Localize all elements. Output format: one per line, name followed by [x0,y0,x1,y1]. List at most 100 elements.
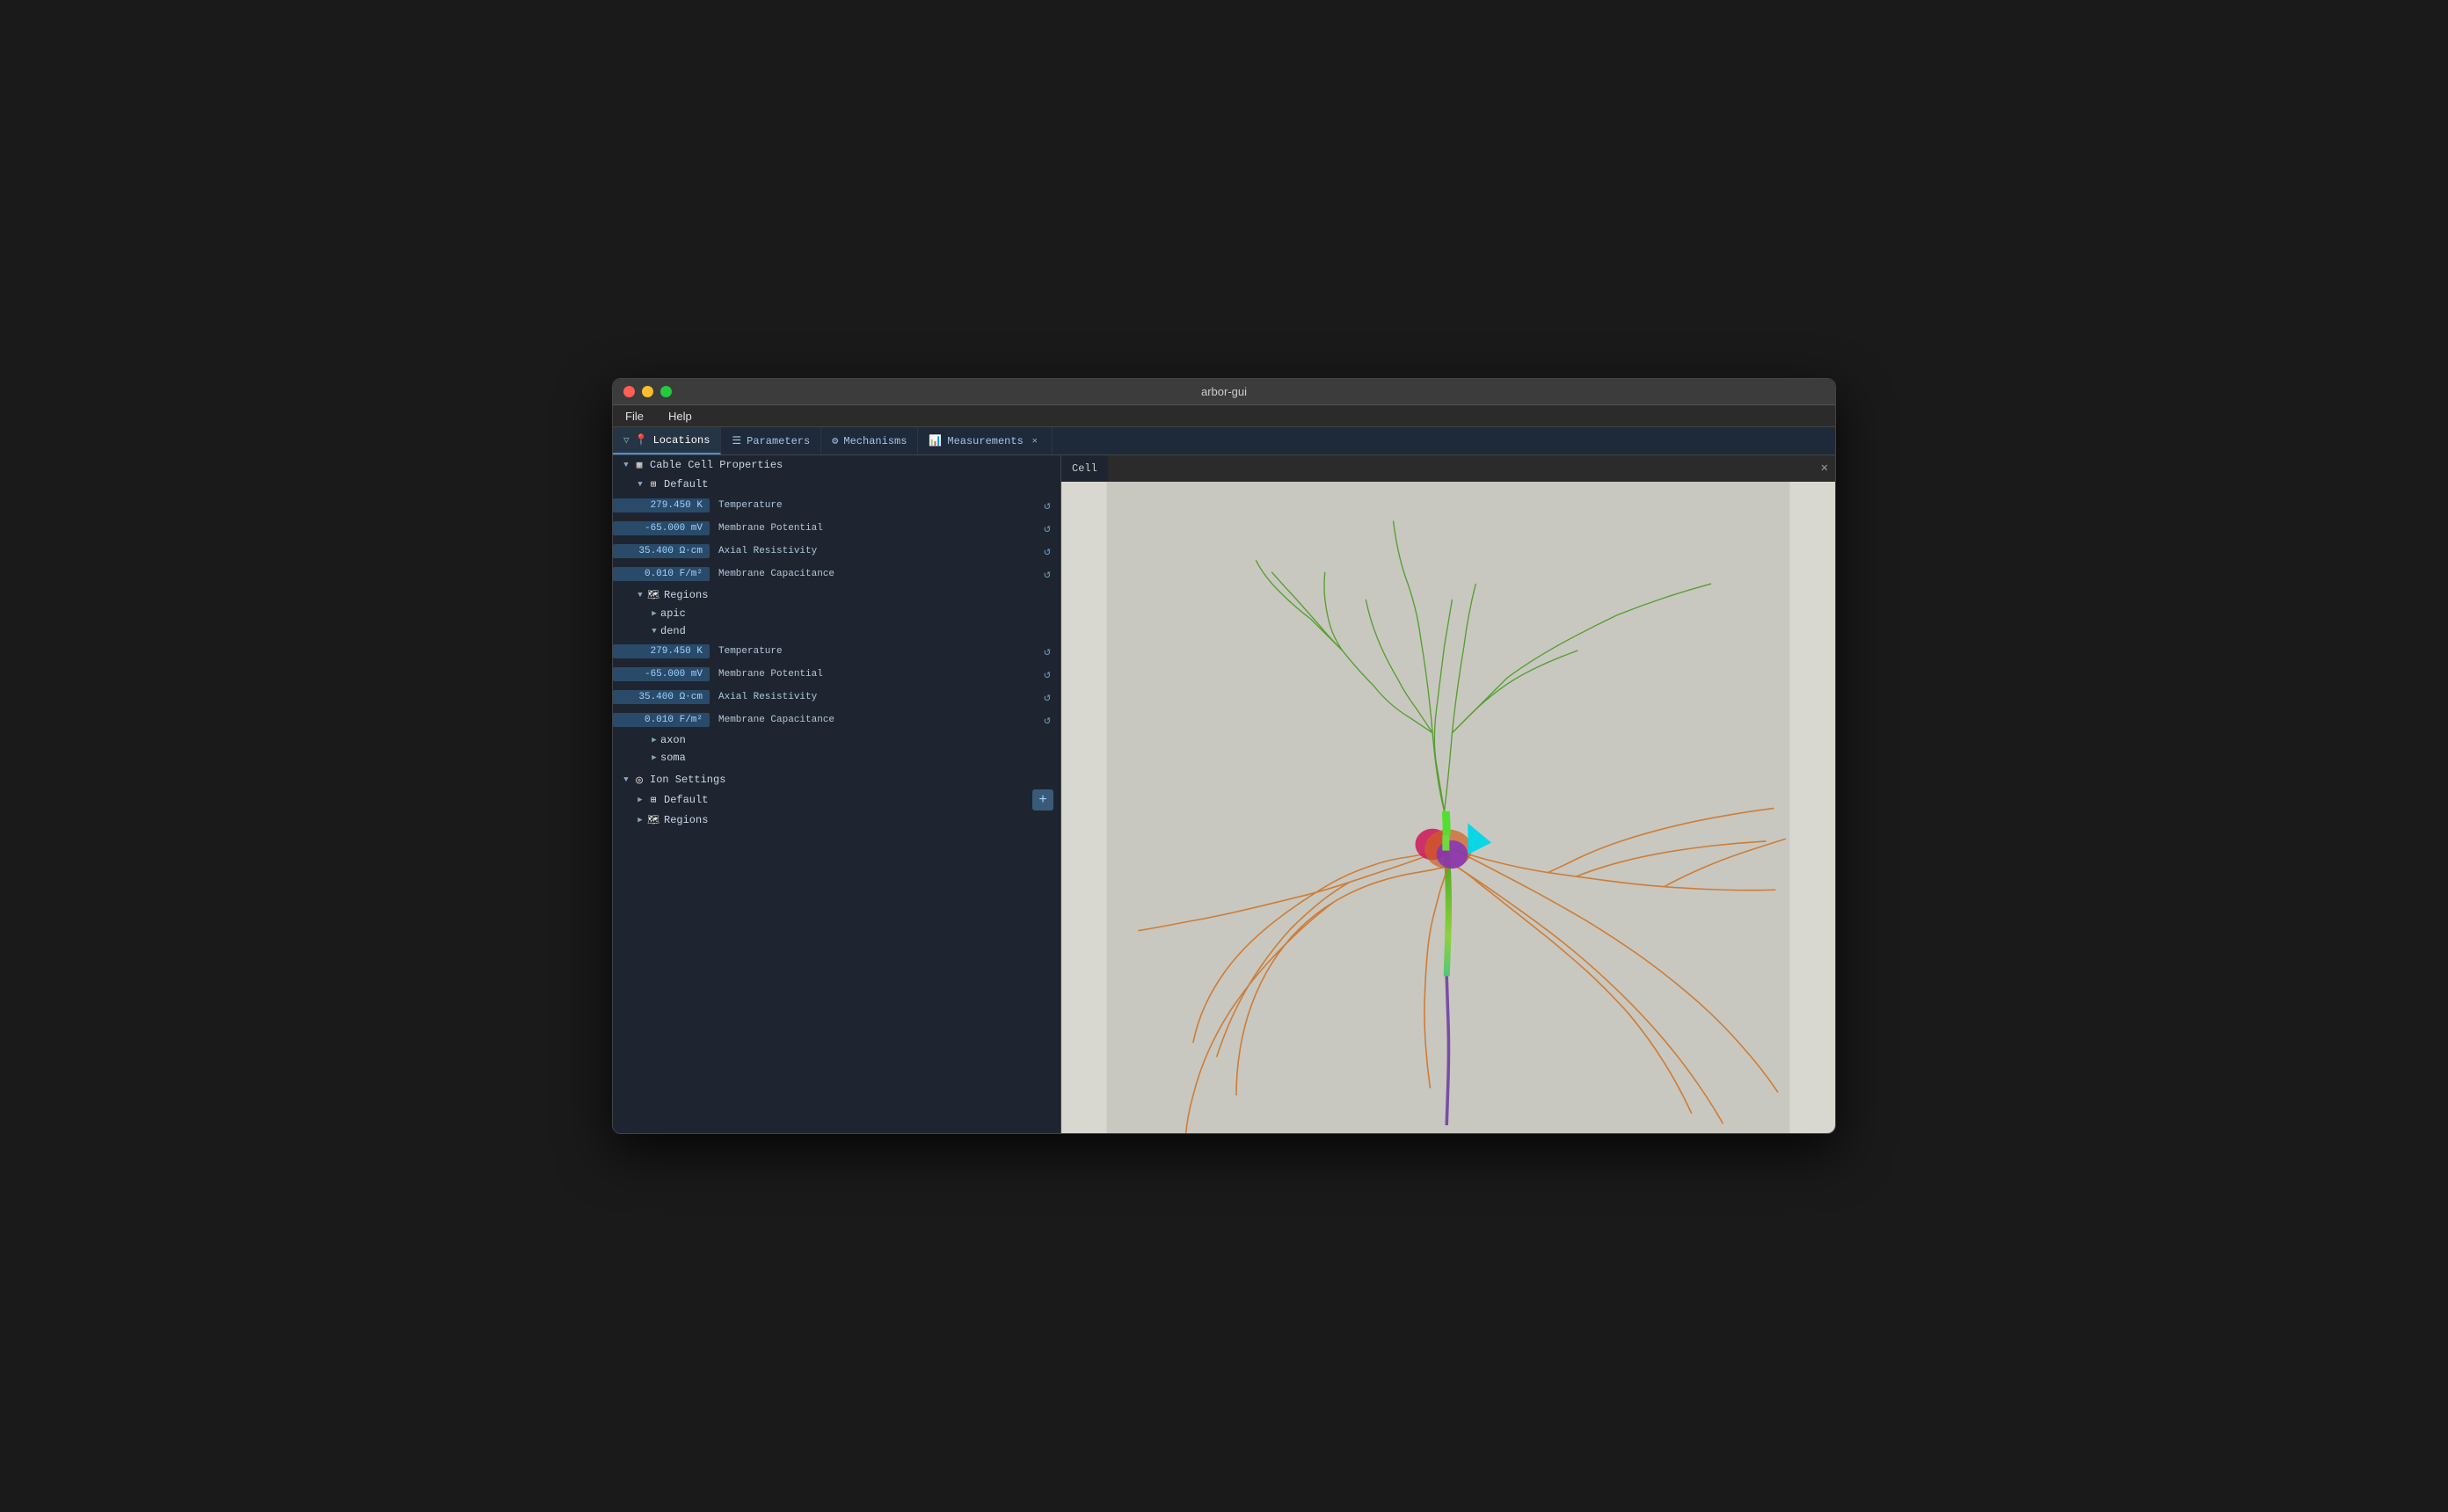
tab-locations[interactable]: ▽ 📍 Locations [613,427,721,454]
dend-prop-value-axial-res[interactable]: 35.400 Ω·cm [613,690,710,704]
prop-reset-temp[interactable]: ↺ [1038,496,1057,515]
regions-icon: 🗺 [646,588,660,602]
regions-header[interactable]: 🗺 Regions [613,585,1060,605]
cell-close-button[interactable]: ✕ [1821,461,1828,476]
soma-arrow [648,752,660,764]
menu-file[interactable]: File [620,408,649,425]
prop-reset-membrane-cap[interactable]: ↺ [1038,564,1057,584]
left-panel: ▦ Cable Cell Properties ⊞ Default 279.45… [613,455,1061,1133]
cell-tab-label: Cell [1072,462,1097,475]
region-soma-header[interactable]: soma [613,749,1060,767]
prop-row-axial-res: 35.400 Ω·cm Axial Resistivity ↺ [613,540,1060,563]
cable-props-arrow [620,459,632,471]
menu-bar: File Help [613,405,1835,427]
region-apic-header[interactable]: apic [613,605,1060,622]
axon-label: axon [660,734,686,746]
tab-measurements[interactable]: 📊 Measurements ✕ [918,427,1052,454]
tabs-bar: ▽ 📍 Locations ☰ Parameters ⚙ Mechanisms … [613,427,1835,455]
prop-name-temp: Temperature [718,500,1038,511]
ion-regions-icon: 🗺 [646,813,660,827]
dend-prop-name-temp: Temperature [718,646,1038,657]
tab-parameters[interactable]: ☰ Parameters [721,427,821,454]
maximize-button[interactable] [660,386,672,397]
prop-row-membrane-cap: 0.010 F/m² Membrane Capacitance ↺ [613,563,1060,585]
ion-regions-label: Regions [664,814,708,826]
prop-value-axial-res[interactable]: 35.400 Ω·cm [613,544,710,558]
prop-name-membrane-potential: Membrane Potential [718,523,1038,534]
prop-name-membrane-cap: Membrane Capacitance [718,569,1038,579]
tab-measurements-close[interactable]: ✕ [1029,435,1041,447]
ion-regions-header[interactable]: 🗺 Regions [613,811,1060,830]
title-bar: arbor-gui [613,379,1835,405]
prop-reset-axial-res[interactable]: ↺ [1038,542,1057,561]
default-label: Default [664,478,708,491]
add-ion-default-button[interactable]: + [1032,789,1053,811]
prop-value-membrane-potential[interactable]: -65.000 mV [613,521,710,535]
prop-reset-membrane-potential[interactable]: ↺ [1038,519,1057,538]
neuron-canvas [1061,482,1835,1133]
regions-label: Regions [664,589,708,601]
close-button[interactable] [623,386,635,397]
ion-settings-icon: ◎ [632,773,646,787]
dend-arrow [648,625,660,637]
ion-default-header[interactable]: ⊞ Default [613,790,1032,810]
ion-settings-label: Ion Settings [650,774,725,786]
dend-prop-name-membrane-potential: Membrane Potential [718,669,1038,680]
ion-settings-arrow [620,774,632,786]
region-axon-header[interactable]: axon [613,731,1060,749]
minimize-button[interactable] [642,386,653,397]
cell-tab-bar: Cell ✕ [1061,455,1835,482]
default-header[interactable]: ⊞ Default [613,475,1060,494]
tab-locations-icon: 📍 [635,433,648,447]
soma-label: soma [660,752,686,764]
apic-arrow [648,607,660,620]
dend-prop-reset-temp[interactable]: ↺ [1038,642,1057,661]
filter-icon: ▽ [623,434,630,447]
menu-help[interactable]: Help [663,408,697,425]
cell-tab[interactable]: Cell [1061,455,1108,482]
dend-prop-row-membrane-potential: -65.000 mV Membrane Potential ↺ [613,663,1060,686]
prop-value-membrane-cap[interactable]: 0.010 F/m² [613,567,710,581]
tab-parameters-label: Parameters [747,435,810,447]
dend-prop-name-membrane-cap: Membrane Capacitance [718,715,1038,725]
neuron-svg [1061,482,1835,1133]
prop-value-temp[interactable]: 279.450 K [613,498,710,512]
tab-mechanisms-label: Mechanisms [843,435,907,447]
app-window: arbor-gui File Help ▽ 📍 Locations ☰ Para… [612,378,1836,1134]
dend-prop-name-axial-res: Axial Resistivity [718,692,1038,702]
right-panel: Cell ✕ [1061,455,1835,1133]
tab-mechanisms[interactable]: ⚙ Mechanisms [821,427,918,454]
prop-name-axial-res: Axial Resistivity [718,546,1038,556]
cable-props-label: Cable Cell Properties [650,459,783,471]
ion-default-icon: ⊞ [646,793,660,807]
ion-default-row: ⊞ Default + [613,789,1060,811]
dend-prop-reset-membrane-potential[interactable]: ↺ [1038,665,1057,684]
dend-prop-row-membrane-cap: 0.010 F/m² Membrane Capacitance ↺ [613,709,1060,731]
dend-prop-reset-axial-res[interactable]: ↺ [1038,687,1057,707]
ion-settings-header[interactable]: ◎ Ion Settings [613,770,1060,789]
regions-arrow [634,589,646,601]
default-icon: ⊞ [646,477,660,491]
apic-label: apic [660,607,686,620]
cable-cell-properties-header[interactable]: ▦ Cable Cell Properties [613,455,1060,475]
ion-default-label: Default [664,794,708,806]
axon-arrow [648,734,660,746]
dend-label: dend [660,625,686,637]
tab-measurements-icon: 📊 [929,434,942,447]
dend-prop-row-temp: 279.450 K Temperature ↺ [613,640,1060,663]
dend-prop-value-temp[interactable]: 279.450 K [613,644,710,658]
region-dend-header[interactable]: dend [613,622,1060,640]
dend-prop-reset-membrane-cap[interactable]: ↺ [1038,710,1057,730]
dend-prop-row-axial-res: 35.400 Ω·cm Axial Resistivity ↺ [613,686,1060,709]
main-content: ▦ Cable Cell Properties ⊞ Default 279.45… [613,455,1835,1133]
tab-parameters-icon: ☰ [732,434,741,447]
default-arrow [634,478,646,491]
window-controls [623,386,672,397]
window-title: arbor-gui [1201,385,1247,398]
dend-prop-value-membrane-cap[interactable]: 0.010 F/m² [613,713,710,727]
ion-regions-arrow [634,814,646,826]
tab-mechanisms-icon: ⚙ [832,434,838,447]
tab-measurements-label: Measurements [947,435,1023,447]
tab-locations-label: Locations [653,434,710,447]
dend-prop-value-membrane-potential[interactable]: -65.000 mV [613,667,710,681]
